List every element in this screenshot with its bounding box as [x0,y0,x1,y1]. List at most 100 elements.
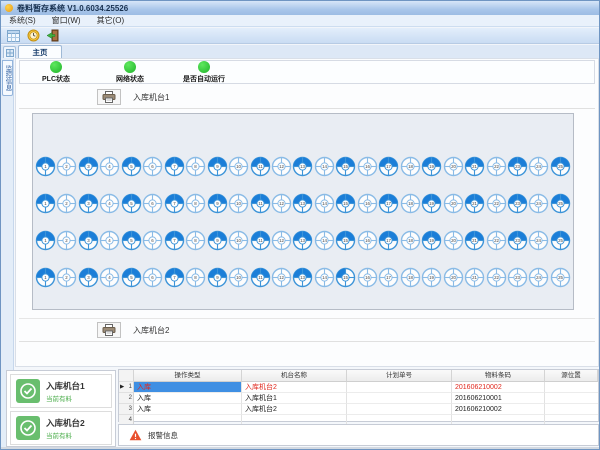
slot-reel-20[interactable]: 20 [443,193,464,214]
slot-reel-21[interactable]: 21 [464,267,485,288]
slot-reel-24[interactable]: 24 [528,193,549,214]
cell[interactable]: 入库机台2 [242,404,347,415]
slot-reel-16[interactable]: 16 [357,267,378,288]
slot-reel-14[interactable]: 14 [314,230,335,251]
slot-reel-23[interactable]: 23 [507,193,528,214]
slot-reel-7[interactable]: 7 [164,267,185,288]
slot-reel-8[interactable]: 8 [185,156,206,177]
slot-reel-20[interactable]: 20 [443,267,464,288]
slot-reel-14[interactable]: 14 [314,156,335,177]
menu-item-2[interactable]: 窗口(W) [52,15,81,26]
slot-reel-22[interactable]: 22 [486,230,507,251]
slot-reel-4[interactable]: 4 [99,156,120,177]
slot-reel-20[interactable]: 20 [443,230,464,251]
slot-reel-17[interactable]: 17 [378,267,399,288]
slot-reel-14[interactable]: 14 [314,193,335,214]
slot-reel-10[interactable]: 10 [228,267,249,288]
slot-reel-11[interactable]: 11 [250,267,271,288]
slot-reel-21[interactable]: 21 [464,193,485,214]
cell[interactable] [347,382,452,393]
slot-reel-6[interactable]: 6 [142,230,163,251]
cell[interactable]: 201606210002 [452,404,545,415]
slot-reel-16[interactable]: 16 [357,156,378,177]
slot-reel-13[interactable]: 13 [292,193,313,214]
column-header-3[interactable]: 计划单号 [347,370,452,382]
slot-reel-11[interactable]: 11 [250,156,271,177]
slot-reel-22[interactable]: 22 [486,267,507,288]
table-row-2[interactable]: 2入库入库机台1201606210001 [119,393,598,404]
slot-reel-15[interactable]: 15 [335,267,356,288]
slot-reel-11[interactable]: 11 [250,193,271,214]
column-header-4[interactable]: 物料条码 [452,370,545,382]
slot-reel-24[interactable]: 24 [528,267,549,288]
slot-reel-24[interactable]: 24 [528,230,549,251]
slot-reel-17[interactable]: 17 [378,193,399,214]
slot-reel-18[interactable]: 18 [400,230,421,251]
slot-reel-12[interactable]: 12 [271,156,292,177]
slot-reel-15[interactable]: 15 [335,156,356,177]
slot-reel-25[interactable]: 25 [550,267,571,288]
slot-reel-8[interactable]: 8 [185,193,206,214]
slot-reel-1[interactable]: 1 [35,267,56,288]
clock-icon[interactable] [26,29,40,42]
slot-reel-10[interactable]: 10 [228,230,249,251]
slot-reel-2[interactable]: 2 [56,156,77,177]
slot-reel-12[interactable]: 12 [271,193,292,214]
column-header-2[interactable]: 机台名称 [242,370,347,382]
slot-reel-25[interactable]: 25 [550,230,571,251]
slot-reel-21[interactable]: 21 [464,230,485,251]
slot-reel-23[interactable]: 23 [507,230,528,251]
slot-reel-21[interactable]: 21 [464,156,485,177]
cell[interactable]: 入库机台2 [242,382,347,393]
slot-reel-6[interactable]: 6 [142,267,163,288]
slot-reel-24[interactable]: 24 [528,156,549,177]
slot-reel-3[interactable]: 3 [78,267,99,288]
exit-icon[interactable] [46,29,60,42]
tab-stub[interactable] [3,46,16,58]
slot-reel-3[interactable]: 3 [78,230,99,251]
slot-reel-11[interactable]: 11 [250,230,271,251]
slot-reel-7[interactable]: 7 [164,193,185,214]
slot-reel-8[interactable]: 8 [185,267,206,288]
slot-reel-2[interactable]: 2 [56,267,77,288]
column-header-5[interactable]: 源位置 [545,370,598,382]
slot-reel-3[interactable]: 3 [78,156,99,177]
slot-reel-1[interactable]: 1 [35,230,56,251]
slot-reel-7[interactable]: 7 [164,230,185,251]
slot-reel-3[interactable]: 3 [78,193,99,214]
machine-card-1[interactable]: 入库机台1当前有料 [10,374,112,408]
slot-reel-2[interactable]: 2 [56,193,77,214]
slot-reel-6[interactable]: 6 [142,156,163,177]
slot-reel-19[interactable]: 19 [421,193,442,214]
slot-reel-18[interactable]: 18 [400,156,421,177]
slot-reel-5[interactable]: 5 [121,230,142,251]
print-button-machine1[interactable] [97,89,121,105]
slot-reel-9[interactable]: 9 [207,193,228,214]
slot-reel-19[interactable]: 19 [421,156,442,177]
slot-reel-13[interactable]: 13 [292,267,313,288]
slot-reel-5[interactable]: 5 [121,156,142,177]
machine-card-2[interactable]: 入库机台2当前有料 [10,411,112,445]
slot-reel-12[interactable]: 12 [271,267,292,288]
slot-reel-2[interactable]: 2 [56,230,77,251]
cell[interactable] [347,404,452,415]
slot-reel-22[interactable]: 22 [486,156,507,177]
menu-item-3[interactable]: 其它(O) [97,15,125,26]
slot-reel-6[interactable]: 6 [142,193,163,214]
slot-reel-20[interactable]: 20 [443,156,464,177]
slot-reel-9[interactable]: 9 [207,267,228,288]
table-row-3[interactable]: 3入库入库机台2201606210002 [119,404,598,415]
slot-reel-22[interactable]: 22 [486,193,507,214]
slot-reel-13[interactable]: 13 [292,230,313,251]
cell[interactable] [347,393,452,404]
calendar-icon[interactable] [6,29,20,42]
slot-reel-23[interactable]: 23 [507,267,528,288]
slot-reel-17[interactable]: 17 [378,156,399,177]
slot-reel-19[interactable]: 19 [421,230,442,251]
slot-reel-1[interactable]: 1 [35,193,56,214]
slot-reel-12[interactable]: 12 [271,230,292,251]
slot-reel-10[interactable]: 10 [228,193,249,214]
column-header-1[interactable]: 操作类型 [134,370,242,382]
slot-reel-16[interactable]: 16 [357,193,378,214]
slot-reel-25[interactable]: 25 [550,193,571,214]
